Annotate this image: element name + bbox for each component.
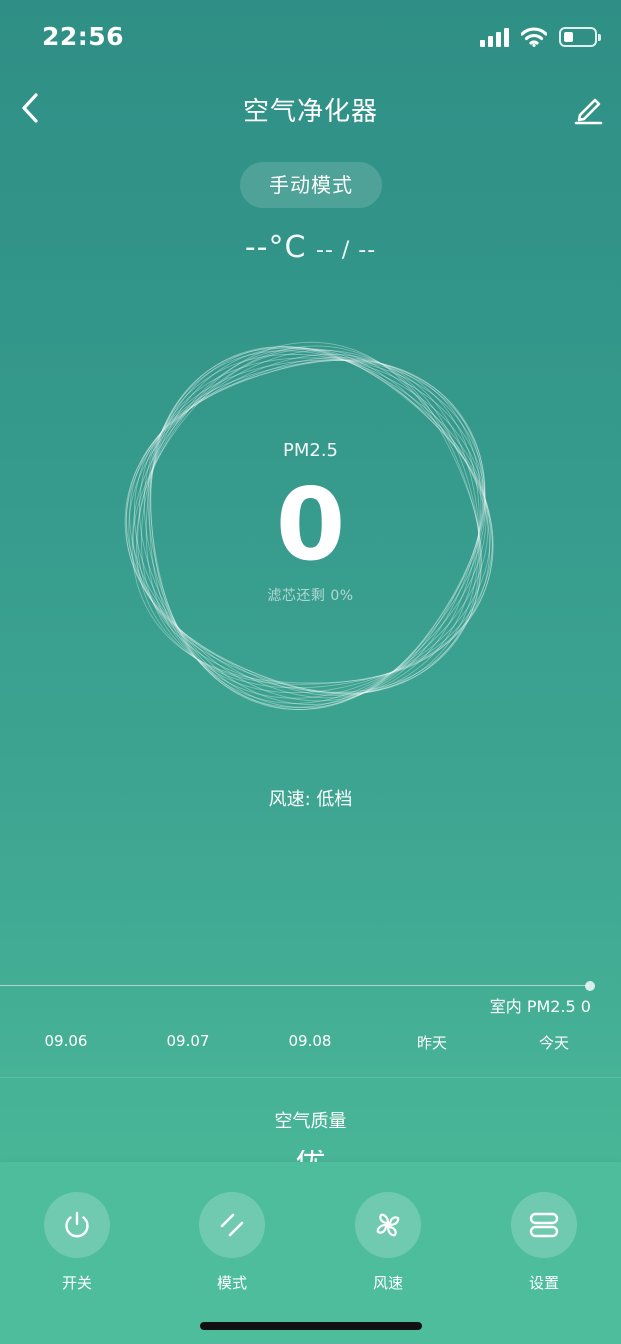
chart-line: [0, 985, 589, 986]
mode-button[interactable]: 模式: [177, 1192, 287, 1293]
bottom-control-bar: 开关 模式 风速 设置: [0, 1162, 621, 1344]
edit-pencil-icon: [574, 98, 603, 125]
power-icon: [65, 1211, 89, 1238]
fan-icon: [376, 1213, 400, 1237]
pm25-value: 0: [275, 466, 346, 583]
filter-remaining-text: 滤芯还剩 0%: [267, 588, 354, 604]
fan-speed-text: 风速: 低档: [268, 789, 353, 810]
mode-button-circle[interactable]: [199, 1192, 265, 1258]
nav-bar: 空气净化器: [0, 76, 621, 142]
chart-date-axis: 09.06 09.07 09.08 昨天 今天: [0, 1032, 621, 1056]
mode-badge[interactable]: 手动模式: [240, 162, 382, 208]
section-divider: [0, 1077, 621, 1078]
chart-date-label: 昨天: [416, 1034, 447, 1052]
fan-speed-button-circle[interactable]: [355, 1192, 421, 1258]
chart-date-label: 09.08: [288, 1032, 332, 1050]
cellular-signal-icon: [480, 27, 509, 47]
settings-button[interactable]: 设置: [489, 1192, 599, 1293]
chart-date-label: 09.07: [166, 1032, 210, 1050]
air-quality-label: 空气质量: [274, 1111, 347, 1132]
humidity-value: -- / --: [316, 238, 377, 263]
temperature-value: --°C: [244, 230, 307, 265]
power-button-circle[interactable]: [44, 1192, 110, 1258]
status-time: 22:56: [42, 22, 125, 51]
battery-level: [564, 32, 573, 42]
chart-date-label: 今天: [538, 1034, 569, 1052]
edit-button[interactable]: [571, 92, 605, 126]
fan-speed-button-label: 风速: [372, 1274, 403, 1292]
settings-button-circle[interactable]: [511, 1192, 577, 1258]
power-button[interactable]: 开关: [22, 1192, 132, 1293]
settings-icon: [529, 1212, 559, 1238]
status-bar: 22:56: [0, 0, 621, 76]
indoor-pm25-label: 室内 PM2.5 0: [489, 997, 591, 1016]
mode-slashes-icon: [220, 1213, 244, 1237]
page-title: 空气净化器: [242, 97, 378, 127]
status-icons: [480, 27, 601, 47]
pm25-label: PM2.5: [282, 440, 338, 461]
environment-readout: --°C -- / --: [0, 230, 621, 265]
battery-icon: [559, 27, 601, 47]
fan-speed-button[interactable]: 风速: [333, 1192, 443, 1293]
home-indicator[interactable]: [200, 1322, 422, 1330]
settings-button-label: 设置: [528, 1274, 559, 1292]
power-button-label: 开关: [61, 1274, 92, 1292]
chart-current-point[interactable]: [585, 981, 595, 991]
chart-date-label: 09.06: [44, 1032, 88, 1050]
wifi-icon: [521, 27, 547, 47]
mode-button-label: 模式: [216, 1274, 247, 1292]
